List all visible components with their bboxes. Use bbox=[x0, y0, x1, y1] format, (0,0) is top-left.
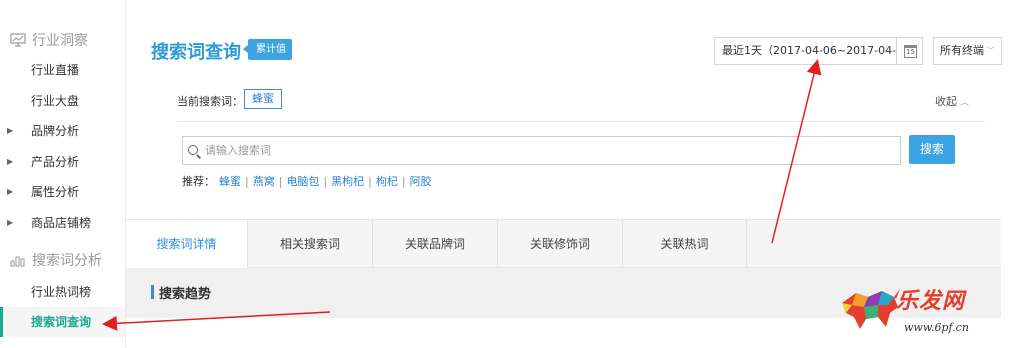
sidebar-item-label: 品牌分析 bbox=[31, 124, 80, 138]
separator: | bbox=[323, 174, 328, 188]
sidebar-item-attribute-analysis[interactable]: ▶ 属性分析 bbox=[0, 177, 125, 207]
tab-search-detail[interactable]: 搜索词详情 bbox=[126, 220, 248, 269]
bar-chart-icon bbox=[10, 253, 26, 267]
watermark: 乐发网 www.6pf.cn bbox=[838, 283, 1018, 343]
search-panel: 当前搜索词： 蜂蜜 收起 ︿ 请输入搜索词 搜索 推荐： 蜂蜜 | 燕窝 | 电脑… bbox=[149, 72, 1001, 200]
cumulative-badge: 累计值 bbox=[243, 39, 292, 60]
monitor-chart-icon bbox=[10, 33, 26, 47]
terminal-select[interactable]: 所有终端 ﹀ bbox=[933, 37, 1002, 65]
sidebar-item-industry-overview[interactable]: 行业大盘 bbox=[0, 86, 125, 116]
sidebar-item-hot-words[interactable]: 行业热词榜 bbox=[0, 277, 125, 307]
sidebar-item-industry-live[interactable]: 行业直播 bbox=[0, 55, 125, 85]
sidebar-item-label: 行业大盘 bbox=[31, 94, 80, 108]
watermark-url: www.6pf.cn bbox=[904, 321, 969, 334]
recommend-label: 推荐： bbox=[182, 175, 215, 188]
collapse-label: 收起 bbox=[935, 95, 957, 108]
sidebar-item-store-ranking[interactable]: ▶ 商品店铺榜 bbox=[0, 208, 125, 238]
recommend-row: 推荐： 蜂蜜 | 燕窝 | 电脑包 | 黑枸杞 | 枸杞 | 阿胶 bbox=[182, 173, 432, 189]
sidebar-item-label: 行业直播 bbox=[31, 63, 80, 77]
current-keyword-tag[interactable]: 蜂蜜 bbox=[244, 89, 282, 109]
sidebar-item-label: 行业热词榜 bbox=[31, 285, 92, 299]
sidebar-section-industry[interactable]: 行业洞察 bbox=[10, 30, 88, 50]
sidebar-item-label: 商品店铺榜 bbox=[31, 216, 92, 230]
watermark-brand: 乐发网 bbox=[896, 288, 966, 314]
sidebar-section-search[interactable]: 搜索词分析 bbox=[10, 250, 102, 270]
page: 行业洞察 行业直播 行业大盘 ▶ 品牌分析 ▶ 产品分析 ▶ 属性分析 ▶ 商品店铺榜 … bbox=[0, 0, 1023, 348]
recommend-keyword[interactable]: 阿胶 bbox=[410, 173, 432, 189]
chevron-up-icon: ︿ bbox=[960, 98, 970, 108]
separator: | bbox=[278, 174, 283, 188]
separator: | bbox=[368, 174, 372, 188]
search-input-placeholder: 请输入搜索词 bbox=[205, 144, 271, 157]
sidebar-item-label: 搜索词查询 bbox=[31, 315, 92, 329]
sidebar-item-brand-analysis[interactable]: ▶ 品牌分析 bbox=[0, 116, 125, 146]
caret-right-icon: ▶ bbox=[7, 187, 14, 196]
recommend-keyword[interactable]: 黑枸杞 bbox=[331, 173, 364, 189]
tabs-bar: 搜索词详情 相关搜索词 关联品牌词 关联修饰词 关联热词 bbox=[126, 219, 1001, 269]
search-input[interactable]: 请输入搜索词 bbox=[182, 136, 901, 165]
page-title: 搜索词查询 bbox=[151, 42, 241, 63]
sidebar-section-title: 行业洞察 bbox=[32, 33, 88, 49]
current-keyword-label: 当前搜索词： bbox=[177, 95, 243, 108]
calendar-button[interactable]: 15 bbox=[896, 37, 923, 65]
sidebar-section-title: 搜索词分析 bbox=[32, 253, 102, 269]
sidebar-item-label: 属性分析 bbox=[31, 185, 80, 199]
sidebar-item-label: 产品分析 bbox=[31, 155, 80, 169]
tab-related-search[interactable]: 相关搜索词 bbox=[248, 220, 373, 268]
caret-right-icon: ▶ bbox=[7, 218, 14, 227]
chevron-down-icon: ﹀ bbox=[986, 47, 996, 57]
sidebar: 行业洞察 行业直播 行业大盘 ▶ 品牌分析 ▶ 产品分析 ▶ 属性分析 ▶ 商品店铺榜 … bbox=[0, 0, 126, 348]
search-button[interactable]: 搜索 bbox=[909, 135, 955, 164]
recommend-keyword[interactable]: 电脑包 bbox=[286, 173, 319, 189]
recommend-keyword[interactable]: 蜂蜜 bbox=[219, 173, 241, 189]
terminal-select-value: 所有终端 bbox=[940, 44, 984, 57]
tab-related-brand[interactable]: 关联品牌词 bbox=[373, 220, 498, 268]
section-title: 搜索趋势 bbox=[159, 287, 212, 302]
tab-related-modifier[interactable]: 关联修饰词 bbox=[498, 220, 623, 268]
section-marker bbox=[151, 285, 154, 299]
separator: | bbox=[245, 174, 249, 188]
recommend-keyword[interactable]: 燕窝 bbox=[253, 173, 275, 189]
tab-related-hot[interactable]: 关联热词 bbox=[623, 220, 747, 268]
collapse-toggle[interactable]: 收起 ︿ bbox=[935, 93, 969, 109]
caret-right-icon: ▶ bbox=[7, 157, 14, 166]
recommend-keyword[interactable]: 枸杞 bbox=[376, 173, 398, 189]
divider bbox=[177, 121, 985, 122]
sidebar-item-search-query[interactable]: 搜索词查询 bbox=[0, 307, 125, 337]
date-range-picker[interactable]: 最近1天（2017-04-06~2017-04-06） bbox=[714, 37, 923, 65]
sidebar-item-product-analysis[interactable]: ▶ 产品分析 bbox=[0, 147, 125, 177]
search-icon bbox=[188, 145, 198, 155]
separator: | bbox=[401, 174, 406, 188]
calendar-icon: 15 bbox=[904, 45, 917, 58]
caret-right-icon: ▶ bbox=[7, 126, 14, 135]
bull-logo-icon bbox=[842, 289, 900, 329]
